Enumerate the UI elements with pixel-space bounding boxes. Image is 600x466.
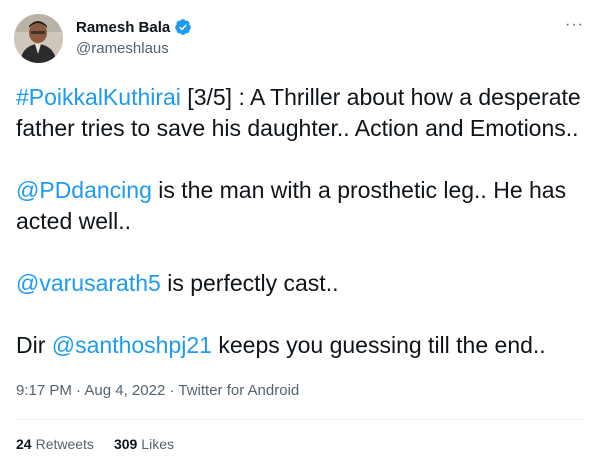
- profile-photo-icon: [14, 14, 63, 63]
- hashtag-link[interactable]: #PoikkalKuthirai: [16, 84, 181, 110]
- retweets-stat[interactable]: 24 Retweets: [16, 436, 94, 452]
- tweet-text: #PoikkalKuthirai [3/5] : A Thriller abou…: [16, 82, 586, 392]
- likes-count: 309: [113, 436, 138, 452]
- mention-link[interactable]: @varusarath5: [16, 270, 161, 296]
- retweets-count: 24: [16, 436, 32, 452]
- mention-link[interactable]: @PDdancing: [16, 177, 152, 203]
- tweet-text-segment: is perfectly cast..: [160, 270, 339, 296]
- tweet-text-segment: Dir: [16, 332, 52, 358]
- meta-separator: ·: [165, 382, 179, 399]
- tweet-paragraph-3: @varusarath5 is perfectly cast..: [16, 268, 586, 299]
- likes-label: Likes: [141, 436, 174, 452]
- author-display-name[interactable]: Ramesh Bala: [76, 19, 170, 36]
- tweet-date[interactable]: Aug 4, 2022: [84, 382, 165, 399]
- more-options-icon[interactable]: ···: [565, 17, 584, 33]
- tweet-time[interactable]: 9:17 PM: [16, 382, 72, 399]
- tweet-stats: 24 Retweets 309 Likes: [16, 436, 174, 452]
- tweet-paragraph-2: @PDdancing is the man with a prosthetic …: [16, 175, 586, 237]
- retweets-label: Retweets: [35, 436, 94, 452]
- tweet-paragraph-4: Dir @santhoshpj21 keeps you guessing til…: [16, 330, 586, 361]
- tweet-meta: 9:17 PM · Aug 4, 2022 · Twitter for Andr…: [16, 382, 299, 399]
- tweet-source[interactable]: Twitter for Android: [178, 382, 299, 399]
- divider: [16, 419, 584, 420]
- likes-stat[interactable]: 309 Likes: [114, 436, 174, 452]
- tweet-paragraph-1: #PoikkalKuthirai [3/5] : A Thriller abou…: [16, 82, 586, 144]
- avatar[interactable]: [14, 14, 63, 63]
- author-handle[interactable]: @rameshlaus: [76, 40, 169, 57]
- meta-separator: ·: [71, 382, 85, 399]
- tweet-text-segment: keeps you guessing till the end..: [211, 332, 546, 358]
- author-name-row[interactable]: Ramesh Bala: [76, 18, 192, 36]
- verified-badge-icon: [175, 19, 192, 35]
- mention-link[interactable]: @santhoshpj21: [52, 332, 212, 358]
